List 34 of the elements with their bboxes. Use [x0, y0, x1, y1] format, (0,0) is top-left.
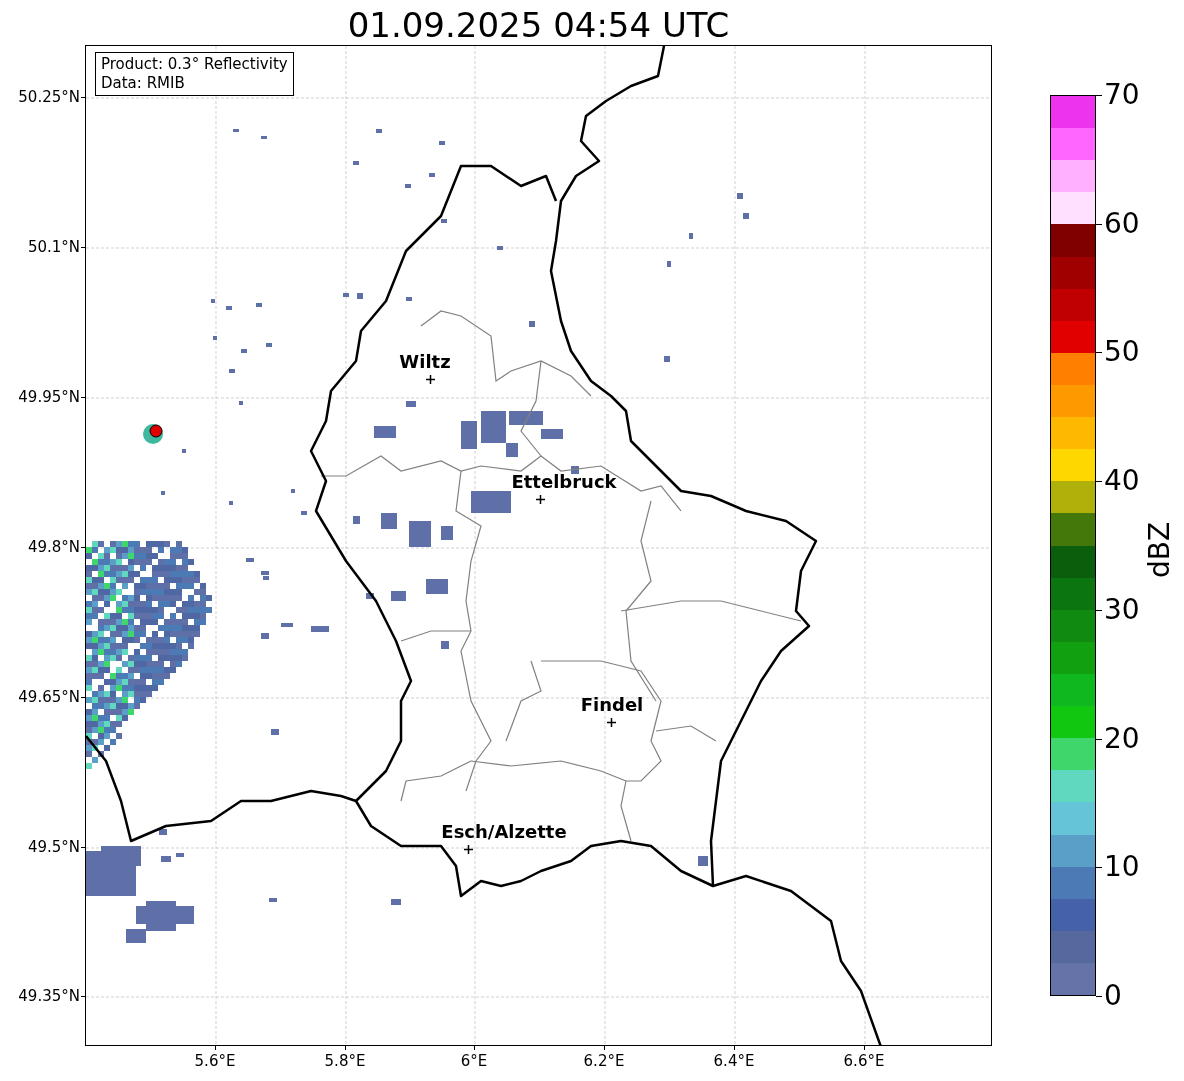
city-marker-icon	[464, 845, 473, 854]
city-marker-icon	[426, 375, 435, 384]
city-label: Findel	[580, 694, 644, 716]
colorbar-tick-label: 20	[1104, 721, 1140, 756]
city-label: Esch/Alzette	[441, 821, 567, 843]
axis-tick-label: 50.1°N	[27, 236, 80, 258]
axis-tick-label: 49.5°N	[27, 836, 80, 858]
axis-tick-label: 6.2°E	[583, 1051, 625, 1072]
colorbar-tick-label: 10	[1104, 850, 1140, 885]
axis-tick-label: 49.35°N	[18, 985, 80, 1007]
axis-tick-label: 49.8°N	[27, 536, 80, 558]
colorbar-tick-label: 60	[1104, 206, 1140, 241]
axis-tick-label: 50.25°N	[18, 86, 80, 108]
colorbar-tick-label: 0	[1104, 979, 1122, 1013]
radar-site-icon	[143, 424, 163, 444]
info-text: Product: 0.3° Reflectivity	[101, 55, 288, 74]
axis-tick-label: 5.6°E	[194, 1051, 236, 1072]
info-text: Data: RMIB	[101, 74, 186, 93]
chart-title: 01.09.2025 04:54 UTC	[347, 4, 730, 46]
axis-tick-label: 6°E	[460, 1051, 488, 1072]
city-label: Ettelbruck	[511, 471, 617, 493]
axis-tick-label: 49.95°N	[18, 386, 80, 408]
colorbar-label: dBZ	[1142, 521, 1177, 579]
colorbar-tick-label: 30	[1104, 592, 1140, 627]
city-label: Wiltz	[399, 351, 451, 373]
city-marker-icon	[607, 718, 616, 727]
colorbar-tick-label: 50	[1104, 335, 1140, 370]
axis-tick-label: 49.65°N	[18, 686, 80, 708]
axis-tick-label: 6.6°E	[843, 1051, 885, 1072]
colorbar-tick-label: 40	[1104, 464, 1140, 499]
colorbar-tick-label: 70	[1104, 78, 1140, 112]
axis-tick-label: 5.8°E	[324, 1051, 366, 1072]
city-marker-icon	[536, 495, 545, 504]
axis-tick-label: 6.4°E	[713, 1051, 755, 1072]
